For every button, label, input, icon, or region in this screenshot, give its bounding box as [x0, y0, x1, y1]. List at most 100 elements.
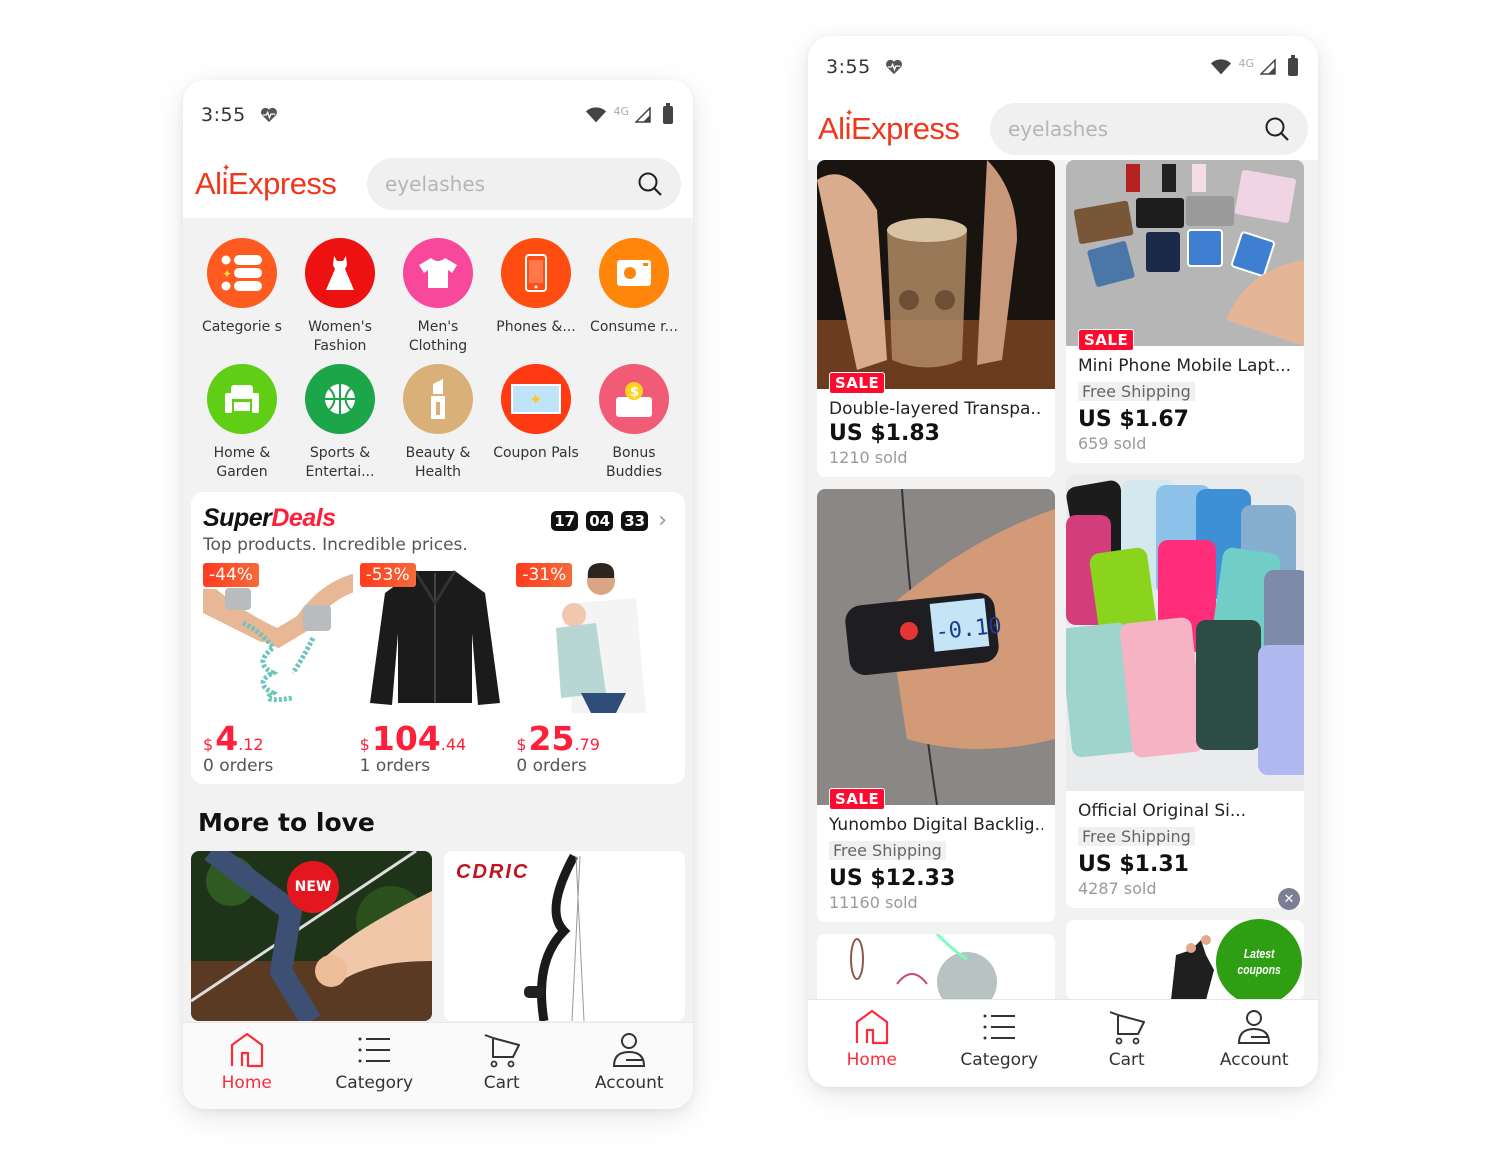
price-decimal: .79	[574, 735, 600, 754]
nav-cart[interactable]: Cart	[438, 1023, 566, 1109]
nav-cart[interactable]: Cart	[1063, 1000, 1191, 1087]
product-feed[interactable]: SALE Double-layered Transpa... US $1.83 …	[808, 160, 1318, 999]
category-mens-clothing[interactable]: Men's Clothing	[389, 238, 487, 356]
logo-text: AliExpress	[195, 166, 337, 201]
product-feed-screen: 3:55 4G AliExpress ✦ eyelashes SALE Doubl…	[808, 36, 1318, 1087]
cart-icon	[484, 1034, 520, 1068]
search-icon[interactable]	[1264, 116, 1290, 142]
product-price: US $1.83	[829, 421, 940, 446]
deal-price: $104.44	[360, 719, 517, 758]
network-type: 4G	[613, 104, 629, 118]
search-input[interactable]: eyelashes	[990, 103, 1308, 155]
sale-badge: SALE	[829, 788, 886, 810]
coupon-icon: ✦	[501, 364, 571, 434]
nav-label: Cart	[1108, 1050, 1145, 1070]
timer-minutes: 04	[586, 510, 614, 531]
dress-icon	[305, 238, 375, 308]
basketball-icon	[305, 364, 375, 434]
product-card[interactable]: -0.10 SALE Yunombo Digital Backlig... Fr…	[817, 489, 1055, 922]
chevron-right-icon[interactable]: ›	[658, 508, 667, 533]
superdeals-title-super: Super	[203, 504, 272, 532]
category-grid: ✦ Categorie s Women's Fashion Men's Clot…	[183, 218, 693, 482]
close-icon[interactable]: ✕	[1278, 888, 1300, 910]
health-heart-icon	[885, 59, 902, 75]
deal-image-leather-jacket: -53%	[359, 563, 510, 713]
category-label: Women's Fashion	[308, 319, 372, 354]
product-card[interactable]: SALE Double-layered Transpa... US $1.83 …	[817, 160, 1055, 477]
product-card-partial[interactable]	[817, 934, 1055, 999]
superdeals-section[interactable]: SuperDeals Top products. Incredible pric…	[191, 492, 685, 784]
category-label: Coupon Pals	[493, 445, 579, 461]
battery-icon	[663, 103, 673, 124]
search-icon[interactable]	[637, 171, 663, 197]
product-price: US $1.67	[1078, 407, 1189, 432]
product-price: US $12.33	[829, 866, 956, 891]
deal-orders: 1 orders	[359, 756, 431, 776]
latest-coupons-button[interactable]: Latest coupons	[1216, 919, 1302, 999]
search-input[interactable]: eyelashes	[367, 158, 681, 210]
deal-item[interactable]: -31% $25.79 0 orders	[516, 563, 673, 776]
category-home-garden[interactable]: Home & Garden	[193, 364, 291, 482]
product-sold: 4287 sold	[1078, 879, 1157, 898]
price-decimal: .12	[238, 735, 264, 754]
category-womens-fashion[interactable]: Women's Fashion	[291, 238, 389, 356]
price-currency: $	[516, 735, 527, 754]
search-placeholder: eyelashes	[1008, 117, 1109, 141]
sale-badge: SALE	[829, 372, 886, 394]
product-card-compound-bow[interactable]: CDRIC	[444, 851, 685, 1021]
nav-label: Account	[594, 1073, 664, 1093]
logo-sparkle-icon: ✦	[222, 163, 230, 174]
piggy-bank-icon: $	[599, 364, 669, 434]
price-integer: 25	[528, 719, 575, 758]
free-shipping-tag: Free Shipping	[1078, 382, 1195, 401]
category-categories[interactable]: ✦ Categorie s	[193, 238, 291, 356]
deal-item[interactable]: -44% $4.12 0 orders	[194, 563, 362, 776]
category-label: Men's Clothing	[408, 319, 468, 354]
nav-category[interactable]: Category	[311, 1023, 439, 1109]
nav-label: Home	[221, 1073, 272, 1093]
price-currency: $	[203, 735, 214, 754]
discount-badge: -53%	[359, 563, 416, 587]
category-label: Bonus Buddies	[605, 445, 663, 480]
category-phones[interactable]: Phones &...	[487, 238, 585, 356]
nav-home[interactable]: Home	[808, 1000, 936, 1087]
deal-price: $4.12	[203, 719, 360, 758]
category-coupon-pals[interactable]: ✦ Coupon Pals	[487, 364, 585, 482]
category-bonus-buddies[interactable]: $ Bonus Buddies	[585, 364, 683, 482]
deal-item[interactable]: -53% $104.44 1 orders	[359, 563, 517, 776]
account-icon	[1238, 1010, 1271, 1044]
discount-badge: -31%	[516, 563, 573, 587]
category-label: Sports & Entertai...	[305, 445, 375, 480]
timer-hours: 17	[551, 510, 579, 531]
deal-image-wrist-leash: -44%	[194, 563, 362, 713]
wifi-icon	[1211, 59, 1232, 75]
category-beauty-health[interactable]: Beauty & Health	[389, 364, 487, 482]
product-card[interactable]: SALE Mini Phone Mobile Lapt... Free Ship…	[1066, 160, 1304, 463]
product-card[interactable]: Official Original Si... Free Shipping US…	[1066, 475, 1304, 908]
nav-home[interactable]: Home	[183, 1023, 311, 1109]
category-label: Home & Garden	[213, 445, 271, 480]
category-sports[interactable]: Sports & Entertai...	[291, 364, 389, 482]
category-consumer-electronics[interactable]: Consume r...	[585, 238, 683, 356]
nav-label: Home	[846, 1050, 897, 1070]
feed-column-right: SALE Mini Phone Mobile Lapt... Free Ship…	[1066, 160, 1304, 999]
nav-account[interactable]: Account	[566, 1023, 694, 1109]
phone-icon	[501, 238, 571, 308]
product-sold: 11160 sold	[829, 893, 918, 912]
deal-orders: 0 orders	[203, 756, 274, 776]
nav-label: Cart	[483, 1073, 520, 1093]
product-title: Yunombo Digital Backlig...	[829, 815, 1043, 835]
aliexpress-logo[interactable]: AliExpress ✦	[818, 108, 990, 147]
category-label: Categorie s	[202, 319, 282, 335]
aliexpress-logo[interactable]: AliExpress ✦	[195, 163, 367, 202]
product-sold: 659 sold	[1078, 434, 1147, 453]
nav-account[interactable]: Account	[1191, 1000, 1319, 1087]
product-sold: 1210 sold	[829, 448, 908, 467]
signal-icon	[1260, 59, 1276, 75]
feed-column-left: SALE Double-layered Transpa... US $1.83 …	[817, 160, 1055, 999]
product-card-bow-in-hand[interactable]: NEW	[191, 851, 432, 1021]
nav-category[interactable]: Category	[936, 1000, 1064, 1087]
category-label: Beauty & Health	[405, 445, 471, 480]
deal-image-baby-carrier: -31%	[516, 563, 667, 713]
lipstick-icon	[403, 364, 473, 434]
